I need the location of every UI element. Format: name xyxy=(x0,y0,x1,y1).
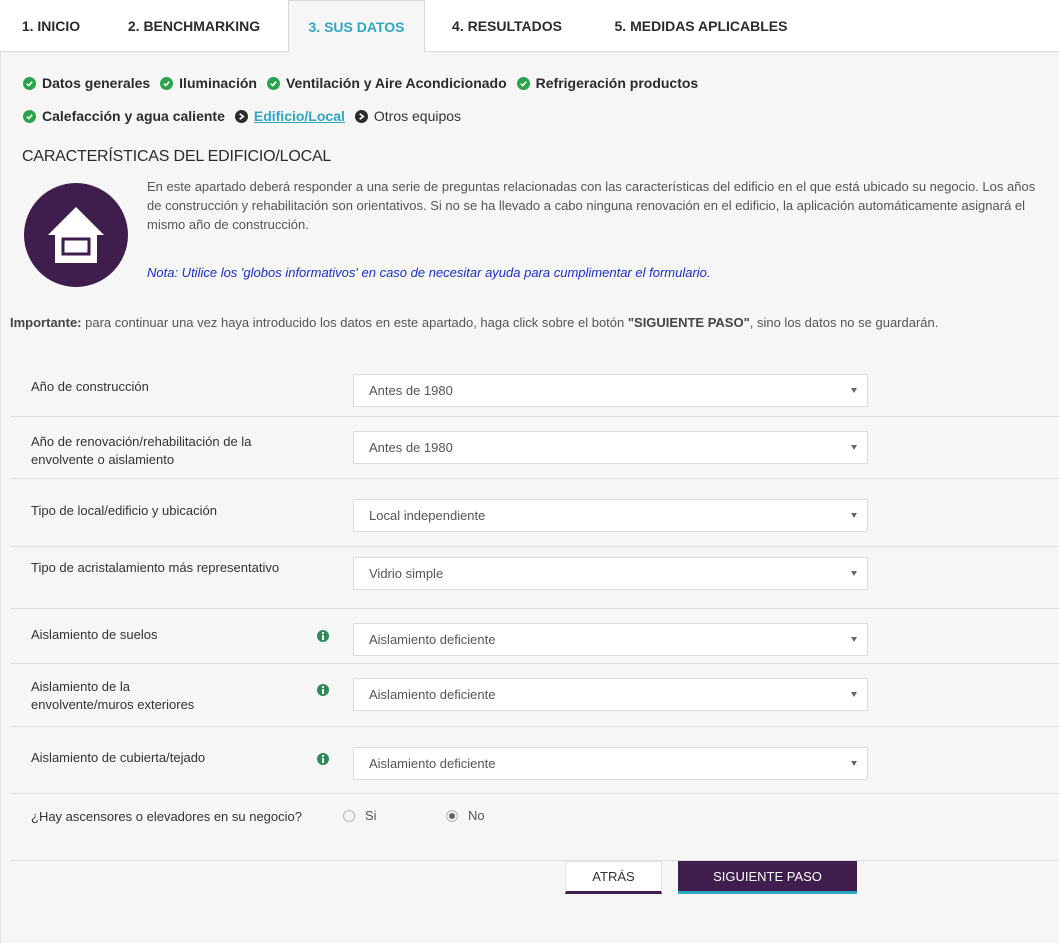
glazing-type-select[interactable]: Vidrio simple xyxy=(353,557,868,590)
field-label: Aislamiento de cubierta/tejado xyxy=(31,750,206,765)
form-row-elevators: ¿Hay ascensores o elevadores en su negoc… xyxy=(10,794,1059,861)
caret-down-icon xyxy=(851,692,857,697)
radio-button[interactable] xyxy=(343,809,355,822)
roof-insulation-select[interactable]: Aislamiento deficiente xyxy=(353,747,868,780)
check-icon xyxy=(266,76,280,90)
select-value: Antes de 1980 xyxy=(369,440,453,455)
form-row-building-type: Tipo de local/edificio y ubicación Local… xyxy=(10,479,1059,547)
field-label: Tipo de local/edificio y ubicación xyxy=(31,503,217,518)
step-ventilacion[interactable]: Ventilación y Aire Acondicionado xyxy=(266,75,507,91)
important-notice: Importante: para continuar una vez haya … xyxy=(10,313,1050,332)
radio-button[interactable] xyxy=(446,809,458,822)
caret-down-icon xyxy=(851,445,857,450)
tab-benchmarking[interactable]: 2. BENCHMARKING xyxy=(106,0,282,52)
step-calefaccion[interactable]: Calefacción y agua caliente xyxy=(23,108,225,124)
arrow-right-icon xyxy=(354,109,368,123)
building-type-select[interactable]: Local independiente xyxy=(353,499,868,532)
back-button[interactable]: ATRÁS xyxy=(565,861,662,894)
next-step-button[interactable]: SIGUIENTE PASO xyxy=(678,861,857,894)
tab-inicio[interactable]: 1. INICIO xyxy=(8,0,94,52)
elevator-option-si[interactable]: Si xyxy=(343,808,377,823)
form-row-wall-insulation: Aislamiento de la envolvente/muros exter… xyxy=(10,664,1059,727)
progress-steps-row-1: Datos generales Iluminación Ventilación … xyxy=(23,75,708,91)
form-row-roof-insulation: Aislamiento de cubierta/tejado Aislamien… xyxy=(10,727,1059,794)
floor-insulation-select[interactable]: Aislamiento deficiente xyxy=(353,623,868,656)
select-value: Local independiente xyxy=(369,508,486,523)
step-datos-generales[interactable]: Datos generales xyxy=(23,75,150,91)
caret-down-icon xyxy=(851,637,857,642)
tab-sus-datos[interactable]: 3. SUS DATOS xyxy=(288,0,425,53)
important-button-ref: "SIGUIENTE PASO" xyxy=(627,315,750,330)
tab-medidas-aplicables[interactable]: 5. MEDIDAS APLICABLES xyxy=(590,0,812,52)
top-tab-bar: 1. INICIO 2. BENCHMARKING 3. SUS DATOS 4… xyxy=(0,0,1059,53)
check-icon xyxy=(516,76,530,90)
caret-down-icon xyxy=(851,388,857,393)
form-row-floor-insulation: Aislamiento de suelos Aislamiento defici… xyxy=(10,609,1059,664)
form-row-glazing-type: Tipo de acristalamiento más representati… xyxy=(10,547,1059,609)
step-label: Calefacción y agua caliente xyxy=(42,108,225,124)
step-otros-equipos[interactable]: Otros equipos xyxy=(354,108,462,124)
info-icon[interactable] xyxy=(317,630,329,642)
form-row-renovation-year: Año de renovación/rehabilitación de la e… xyxy=(10,417,1059,479)
step-label: Refrigeración productos xyxy=(535,75,699,91)
field-label: Año de renovación/rehabilitación de la e… xyxy=(31,434,252,467)
check-icon xyxy=(23,76,36,90)
field-label: Tipo de acristalamiento más representati… xyxy=(31,560,280,575)
check-icon xyxy=(23,109,36,123)
select-value: Vidrio simple xyxy=(369,566,444,581)
radio-label: Si xyxy=(365,808,377,823)
caret-down-icon xyxy=(851,513,857,518)
important-text-2: , sino los datos no se guardarán. xyxy=(749,315,939,330)
step-refrigeracion[interactable]: Refrigeración productos xyxy=(516,75,699,91)
step-label[interactable]: Edificio/Local xyxy=(254,108,345,124)
select-value: Aislamiento deficiente xyxy=(369,756,496,771)
caret-down-icon xyxy=(851,571,857,576)
arrow-right-icon xyxy=(234,109,248,123)
important-label: Importante: xyxy=(10,315,82,330)
info-icon[interactable] xyxy=(317,684,329,696)
step-label: Iluminación xyxy=(179,75,257,91)
check-icon xyxy=(160,76,174,90)
step-iluminacion[interactable]: Iluminación xyxy=(160,75,257,91)
form-row-construction-year: Año de construcción Antes de 1980 xyxy=(10,362,1059,417)
radio-selected-dot xyxy=(449,812,455,819)
radio-label: No xyxy=(468,808,485,823)
tab-resultados[interactable]: 4. RESULTADOS xyxy=(432,0,582,52)
wall-insulation-select[interactable]: Aislamiento deficiente xyxy=(353,678,868,711)
select-value: Antes de 1980 xyxy=(369,383,453,398)
field-label: ¿Hay ascensores o elevadores en su negoc… xyxy=(31,809,302,824)
help-note: Nota: Utilice los 'globos informativos' … xyxy=(147,265,711,280)
caret-down-icon xyxy=(851,761,857,766)
important-text-1: para continuar una vez haya introducido … xyxy=(81,315,628,330)
progress-steps-row-2: Calefacción y agua caliente Edificio/Loc… xyxy=(23,108,471,124)
house-icon xyxy=(24,183,128,287)
section-intro-text: En este apartado deberá responder a una … xyxy=(147,179,1036,232)
section-title: CARACTERÍSTICAS DEL EDIFICIO/LOCAL xyxy=(22,148,332,165)
field-label: Aislamiento de suelos xyxy=(31,627,158,642)
step-edificio-local[interactable]: Edificio/Local xyxy=(234,108,345,124)
step-label: Otros equipos xyxy=(373,108,462,124)
select-value: Aislamiento deficiente xyxy=(369,632,496,647)
field-label: Año de construcción xyxy=(31,379,149,394)
field-label: Aislamiento de la envolvente/muros exter… xyxy=(31,679,195,712)
step-label: Ventilación y Aire Acondicionado xyxy=(285,75,507,91)
elevator-option-no[interactable]: No xyxy=(446,808,485,823)
info-icon[interactable] xyxy=(317,753,329,765)
select-value: Aislamiento deficiente xyxy=(369,687,496,702)
step-label: Datos generales xyxy=(42,75,151,91)
renovation-year-select[interactable]: Antes de 1980 xyxy=(353,431,868,464)
construction-year-select[interactable]: Antes de 1980 xyxy=(353,374,868,407)
